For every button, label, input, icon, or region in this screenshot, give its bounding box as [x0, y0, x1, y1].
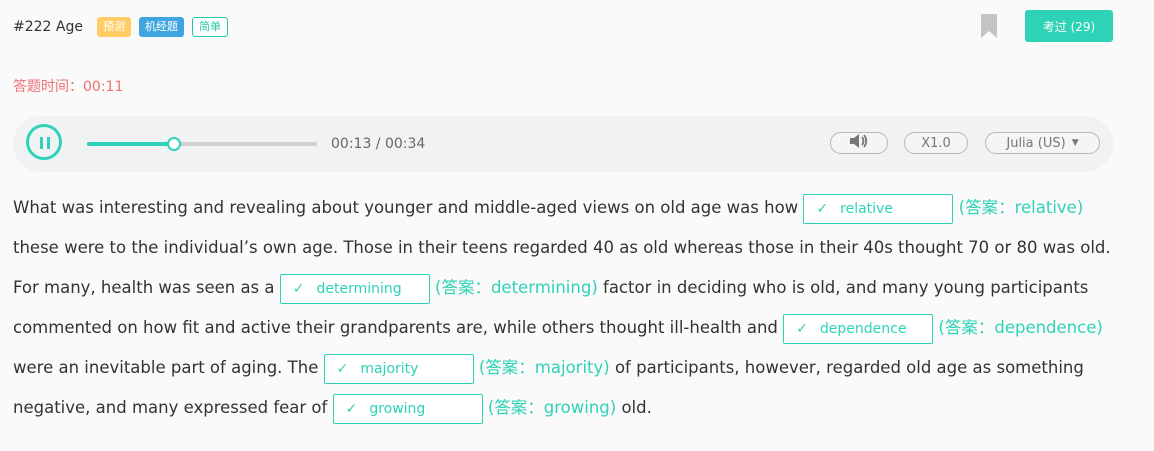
progress-track[interactable] — [87, 137, 317, 151]
blank-value: majority — [360, 360, 419, 377]
progress-knob[interactable] — [167, 137, 182, 151]
audio-player: 00:13 / 00:34 X1.0 Julia (US) ▼ — [13, 116, 1113, 172]
progress-fill — [87, 142, 175, 146]
check-icon: ✓ — [292, 280, 305, 297]
blank-value: growing — [369, 400, 426, 417]
passage-text: were an inevitable part of aging. The — [13, 358, 324, 377]
voice-select[interactable]: Julia (US) ▼ — [985, 132, 1100, 154]
tag-difficulty: 简单 — [191, 17, 228, 37]
blank-value: relative — [840, 200, 893, 217]
tag-machine: 机经题 — [138, 17, 184, 37]
check-icon: ✓ — [796, 320, 808, 337]
answer-key: (答案：majority) — [478, 358, 610, 377]
answer-key: (答案：determining) — [435, 278, 598, 297]
answer-blank-4[interactable]: ✓ majority — [323, 353, 474, 384]
voice-label: Julia (US) — [1006, 135, 1066, 151]
timer-label: 答题时间： — [13, 79, 83, 95]
volume-button[interactable] — [830, 132, 888, 154]
timer-value: 00:11 — [83, 79, 124, 95]
passage: What was interesting and revealing about… — [13, 188, 1123, 428]
blank-value: dependence — [819, 320, 907, 337]
speed-button[interactable]: X1.0 — [904, 132, 968, 154]
caret-down-icon: ▼ — [1071, 138, 1079, 148]
answer-key: (答案：relative) — [958, 198, 1084, 217]
answer-blank-1[interactable]: ✓ relative — [803, 193, 954, 224]
question-header: #222 Age 预测 机经题 简单 — [13, 14, 236, 40]
answer-blank-2[interactable]: ✓ determining — [279, 273, 430, 304]
check-icon: ✓ — [345, 400, 358, 417]
tag-predict: 预测 — [96, 17, 131, 37]
answer-blank-5[interactable]: ✓ growing — [332, 393, 483, 424]
volume-icon — [849, 133, 869, 153]
check-icon: ✓ — [336, 360, 349, 377]
pause-icon[interactable] — [26, 124, 62, 160]
question-title: #222 Age — [13, 19, 83, 35]
answer-key: (答案：dependence) — [938, 318, 1103, 337]
bookmark-icon[interactable] — [981, 14, 997, 38]
answer-blank-3[interactable]: ✓ dependence — [783, 313, 934, 344]
passage-text: old. — [621, 398, 652, 417]
passed-count-button[interactable]: 考过 (29) — [1025, 10, 1113, 42]
check-icon: ✓ — [816, 200, 829, 217]
blank-value: determining — [316, 280, 402, 297]
playback-time: 00:13 / 00:34 — [331, 136, 426, 152]
answer-timer: 答题时间：00:11 — [13, 76, 123, 96]
answer-key: (答案：growing) — [487, 398, 617, 417]
passage-text: What was interesting and revealing about… — [13, 198, 804, 217]
